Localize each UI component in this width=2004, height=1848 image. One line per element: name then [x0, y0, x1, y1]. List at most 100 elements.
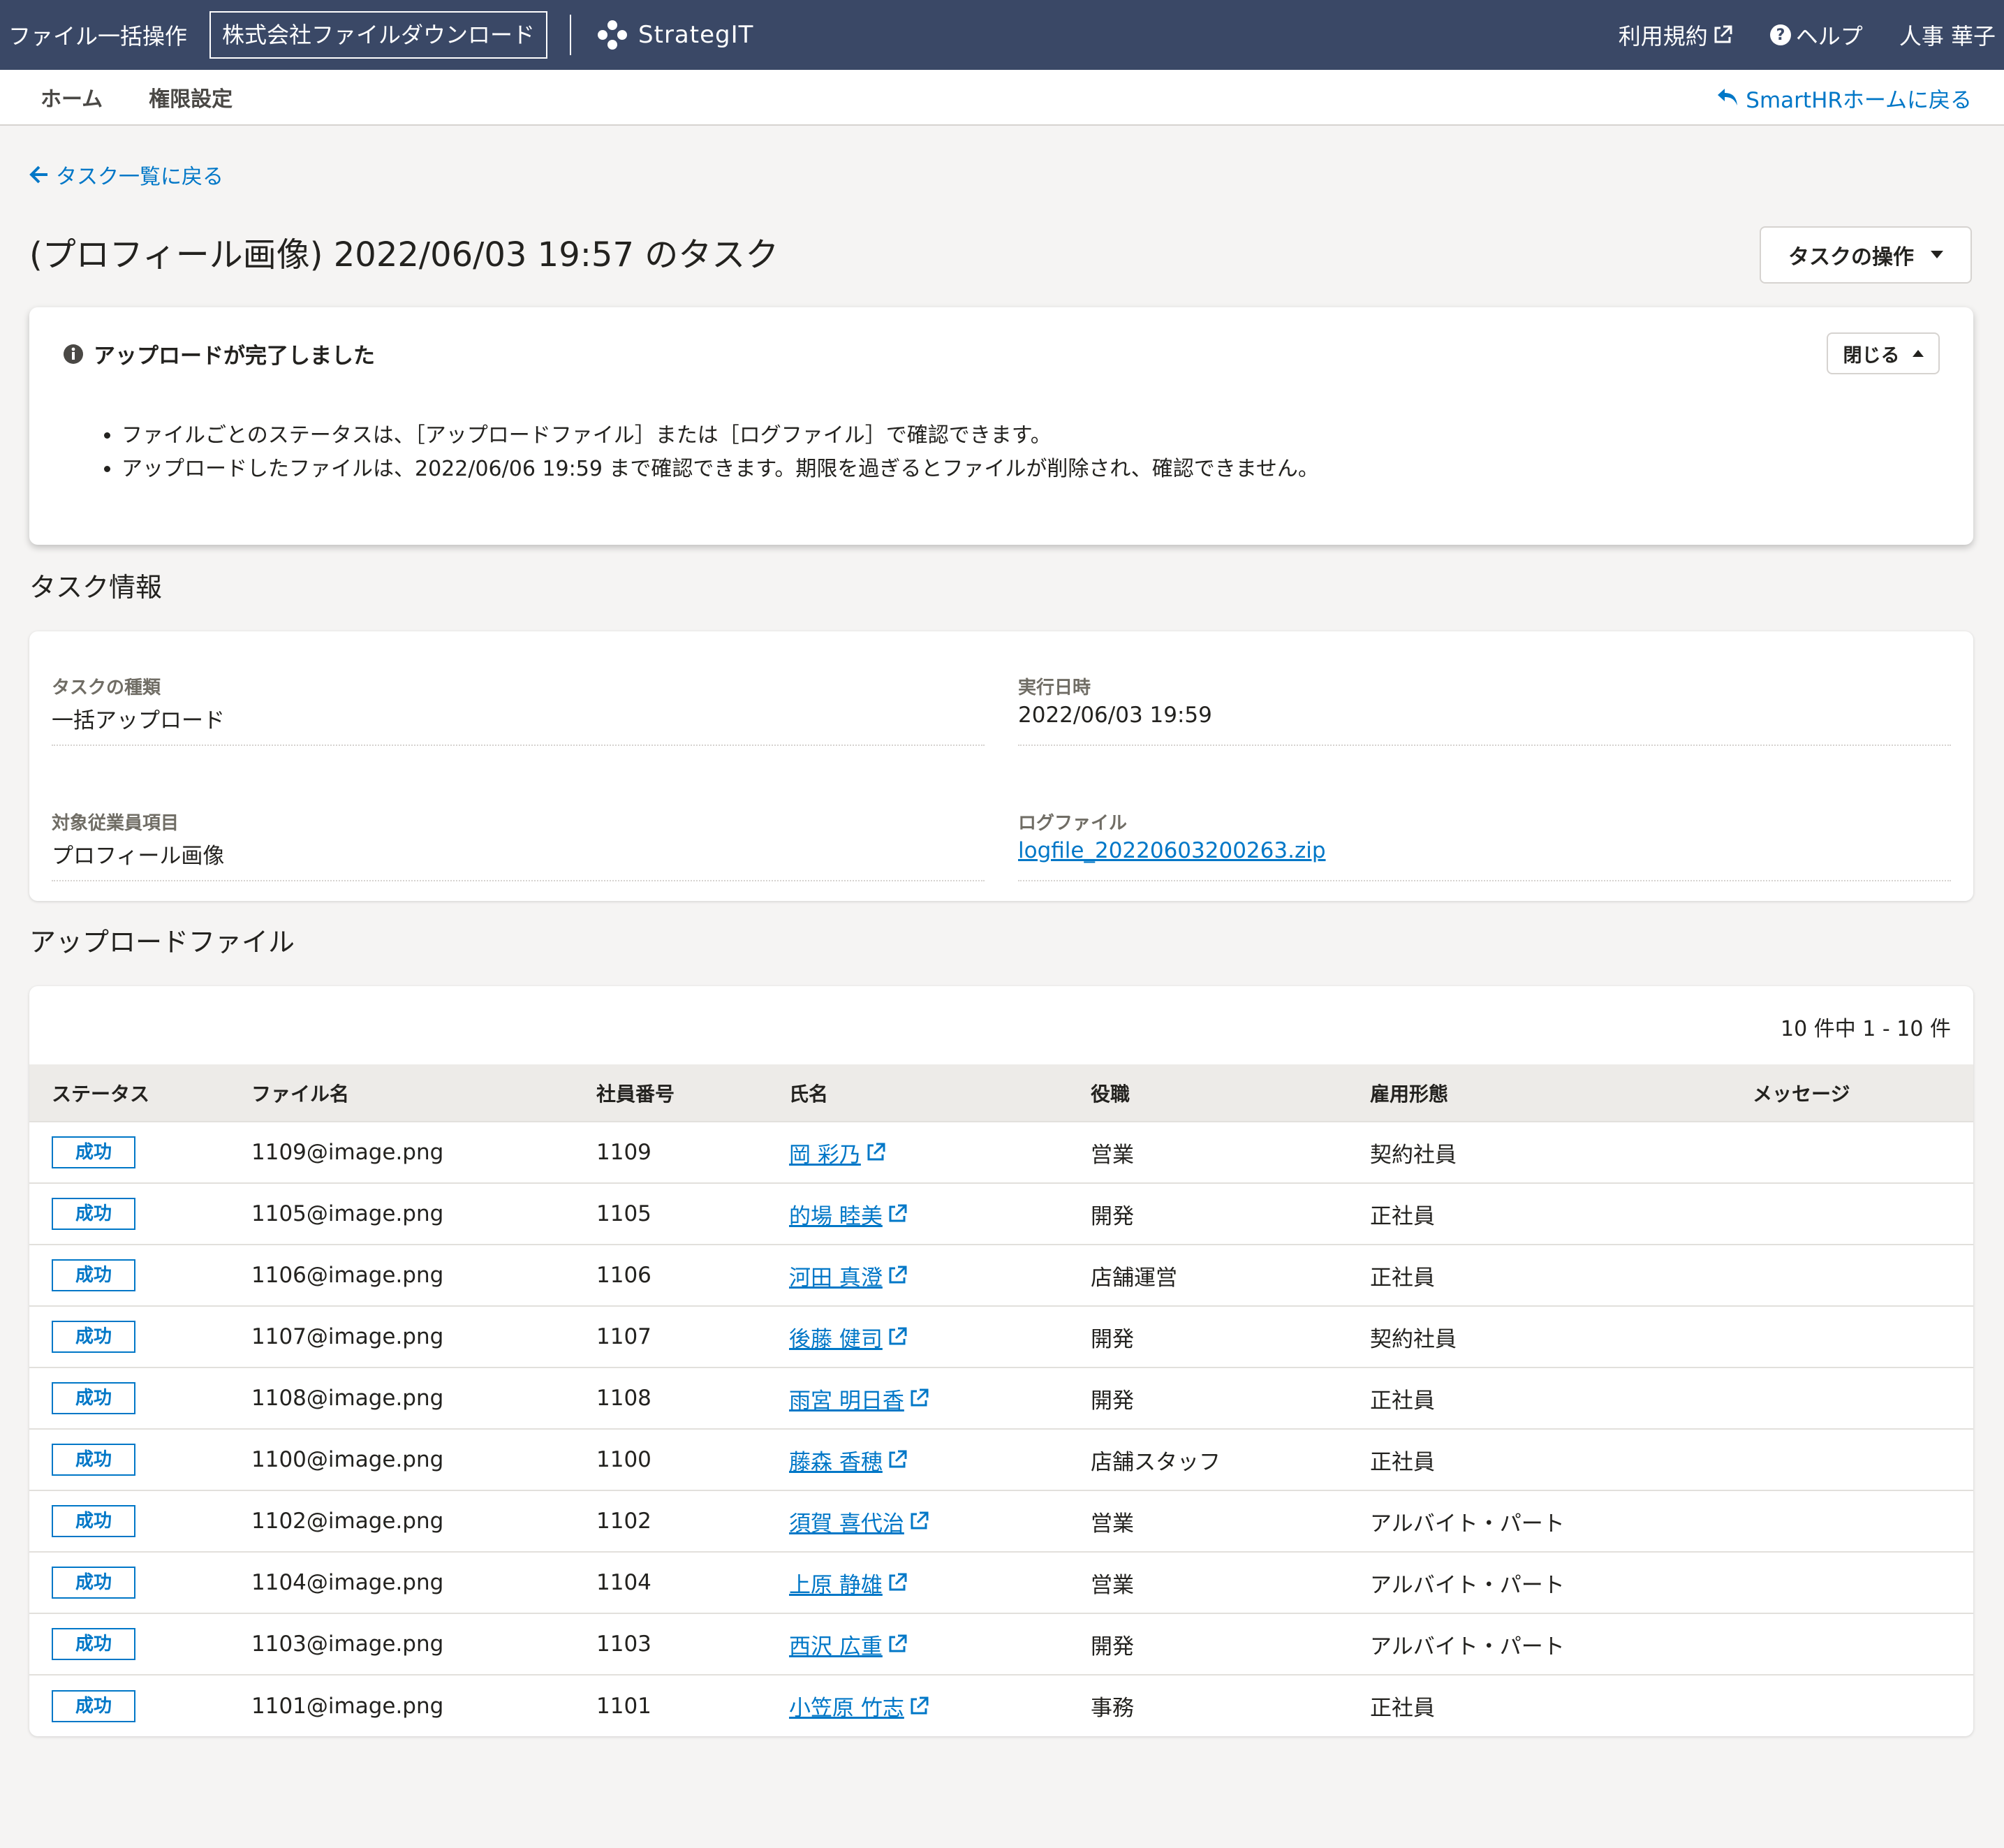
task-info-heading: タスク情報	[29, 572, 163, 603]
task-type-field: タスクの種類 一括アップロード	[52, 673, 985, 746]
employee-name-link[interactable]: 西沢 広重	[789, 1629, 908, 1660]
external-link-icon	[867, 1143, 885, 1161]
employee-id-cell: 1103	[596, 1631, 651, 1657]
employee-name-link[interactable]: 雨宮 明日香	[789, 1383, 929, 1414]
name-cell: 西沢 広重	[789, 1613, 1091, 1675]
upload-files-heading: アップロードファイル	[29, 927, 295, 958]
employee-name: 西沢 広重	[789, 1634, 883, 1659]
filename-cell: 1101@image.png	[251, 1693, 444, 1719]
status-cell: 成功	[29, 1429, 251, 1490]
employee-name-link[interactable]: 後藤 健司	[789, 1321, 908, 1353]
info-icon	[64, 344, 83, 364]
employee-name: 須賀 喜代治	[789, 1511, 904, 1537]
table-row: 成功 1109@image.png 1109 岡 彩乃 営業 契約社員	[29, 1122, 1973, 1183]
target-label: 対象従業員項目	[52, 813, 179, 834]
message-cell	[1753, 1306, 1973, 1367]
status-cell: 成功	[29, 1183, 251, 1245]
employee-name-link[interactable]: 岡 彩乃	[789, 1137, 886, 1168]
nav-permissions[interactable]: 権限設定	[149, 82, 233, 112]
status-cell: 成功	[29, 1675, 251, 1736]
col-header-employment: 雇用形態	[1370, 1082, 1449, 1106]
upload-complete-notice: アップロードが完了しました 閉じる ファイルごとのステータスは、［アップロードフ…	[29, 307, 1973, 545]
employee-name: 岡 彩乃	[789, 1142, 861, 1168]
name-cell: 雨宮 明日香	[789, 1367, 1091, 1429]
table-row: 成功 1108@image.png 1108 雨宮 明日香 開発 正社員	[29, 1367, 1973, 1429]
name-cell: 後藤 健司	[789, 1306, 1091, 1367]
back-to-tasks-link[interactable]: タスク一覧に戻る	[29, 159, 223, 190]
employee-name-link[interactable]: 小笠原 竹志	[789, 1690, 929, 1722]
employee-name: 上原 静雄	[789, 1572, 883, 1598]
target-field: 対象従業員項目 プロフィール画像	[52, 809, 985, 881]
terms-link[interactable]: 利用規約	[1619, 19, 1733, 51]
employee-name-link[interactable]: 藤森 香穂	[789, 1444, 908, 1476]
status-cell: 成功	[29, 1367, 251, 1429]
log-file-label: ログファイル	[1018, 813, 1128, 834]
role-cell: 営業	[1091, 1142, 1134, 1168]
table-row: 成功 1103@image.png 1103 西沢 広重 開発 アルバイト・パート	[29, 1613, 1973, 1675]
message-cell	[1753, 1552, 1973, 1613]
message-cell	[1753, 1429, 1973, 1490]
log-file-link[interactable]: logfile_20220603200263.zip	[1018, 838, 1326, 863]
employee-name-link[interactable]: 的場 睦美	[789, 1198, 908, 1230]
arrow-left-icon	[29, 166, 47, 184]
status-badge: 成功	[52, 1689, 135, 1722]
log-file-field: ログファイル logfile_20220603200263.zip	[1018, 809, 1951, 881]
employee-name: 後藤 健司	[789, 1326, 883, 1352]
employment-cell: 正社員	[1370, 1265, 1435, 1291]
col-header-message: メッセージ	[1753, 1082, 1850, 1106]
exec-date-field: 実行日時 2022/06/03 19:59	[1018, 673, 1951, 746]
status-cell: 成功	[29, 1552, 251, 1613]
employee-name-link[interactable]: 須賀 喜代治	[789, 1506, 929, 1537]
employee-id-cell: 1107	[596, 1324, 651, 1349]
filename-cell: 1107@image.png	[251, 1324, 444, 1349]
role-cell: 開発	[1091, 1388, 1134, 1414]
smarthr-home-link[interactable]: SmartHRホームに戻る	[1716, 70, 1972, 126]
name-cell: 小笠原 竹志	[789, 1675, 1091, 1736]
employment-cell: アルバイト・パート	[1370, 1572, 1565, 1598]
upload-files-card: 10 件中 1 - 10 件 ステータス ファイル名 社員番号 氏名 役職 雇用…	[29, 986, 1973, 1736]
role-cell: 店舗運営	[1091, 1265, 1177, 1291]
col-header-role: 役職	[1091, 1082, 1130, 1106]
sub-navigation: ホーム 権限設定 SmartHRホームに戻る	[0, 70, 2004, 126]
col-header-filename: ファイル名	[251, 1082, 350, 1106]
user-menu[interactable]: 人事 華子	[1899, 19, 1996, 51]
status-badge: 成功	[52, 1382, 135, 1414]
page-title: (プロフィール画像) 2022/06/03 19:57 のタスク	[29, 235, 779, 274]
task-info-card: タスクの種類 一括アップロード 実行日時 2022/06/03 19:59 対象…	[29, 631, 1973, 901]
status-cell: 成功	[29, 1306, 251, 1367]
status-cell: 成功	[29, 1245, 251, 1306]
external-link-icon	[911, 1388, 929, 1407]
employee-name: 的場 睦美	[789, 1203, 883, 1229]
employee-name: 小笠原 竹志	[789, 1696, 904, 1721]
employment-cell: 正社員	[1370, 1449, 1435, 1475]
top-bar: ファイル一括操作 株式会社ファイルダウンロード StrategIT 利用規約 ?…	[0, 0, 2004, 70]
filename-cell: 1104@image.png	[251, 1570, 444, 1595]
name-cell: 上原 静雄	[789, 1552, 1091, 1613]
task-actions-button[interactable]: タスクの操作	[1760, 226, 1972, 284]
external-link-icon	[889, 1204, 907, 1222]
employee-id-cell: 1106	[596, 1263, 651, 1288]
status-badge: 成功	[52, 1198, 135, 1230]
employee-name-link[interactable]: 上原 静雄	[789, 1567, 908, 1599]
notice-title: アップロードが完了しました	[94, 344, 375, 369]
logo-text: StrategIT	[638, 21, 754, 49]
help-label: ヘルプ	[1795, 23, 1863, 50]
name-cell: 須賀 喜代治	[789, 1490, 1091, 1552]
close-notice-button[interactable]: 閉じる	[1827, 332, 1940, 374]
employment-cell: アルバイト・パート	[1370, 1634, 1565, 1659]
exec-date-value: 2022/06/03 19:59	[1018, 703, 1212, 728]
filename-cell: 1102@image.png	[251, 1509, 444, 1534]
notice-item: ファイルごとのステータスは、［アップロードファイル］または［ログファイル］で確認…	[121, 419, 1319, 453]
employee-id-cell: 1101	[596, 1693, 651, 1719]
employee-id-cell: 1102	[596, 1509, 651, 1534]
help-link[interactable]: ? ヘルプ	[1769, 19, 1863, 51]
status-badge: 成功	[52, 1567, 135, 1599]
name-cell: 岡 彩乃	[789, 1122, 1091, 1183]
employee-name-link[interactable]: 河田 真澄	[789, 1260, 908, 1291]
filename-cell: 1106@image.png	[251, 1263, 444, 1288]
nav-home[interactable]: ホーム	[40, 82, 103, 112]
filename-cell: 1105@image.png	[251, 1201, 444, 1226]
role-cell: 開発	[1091, 1634, 1134, 1659]
external-link-icon	[889, 1327, 907, 1345]
role-cell: 開発	[1091, 1203, 1134, 1229]
